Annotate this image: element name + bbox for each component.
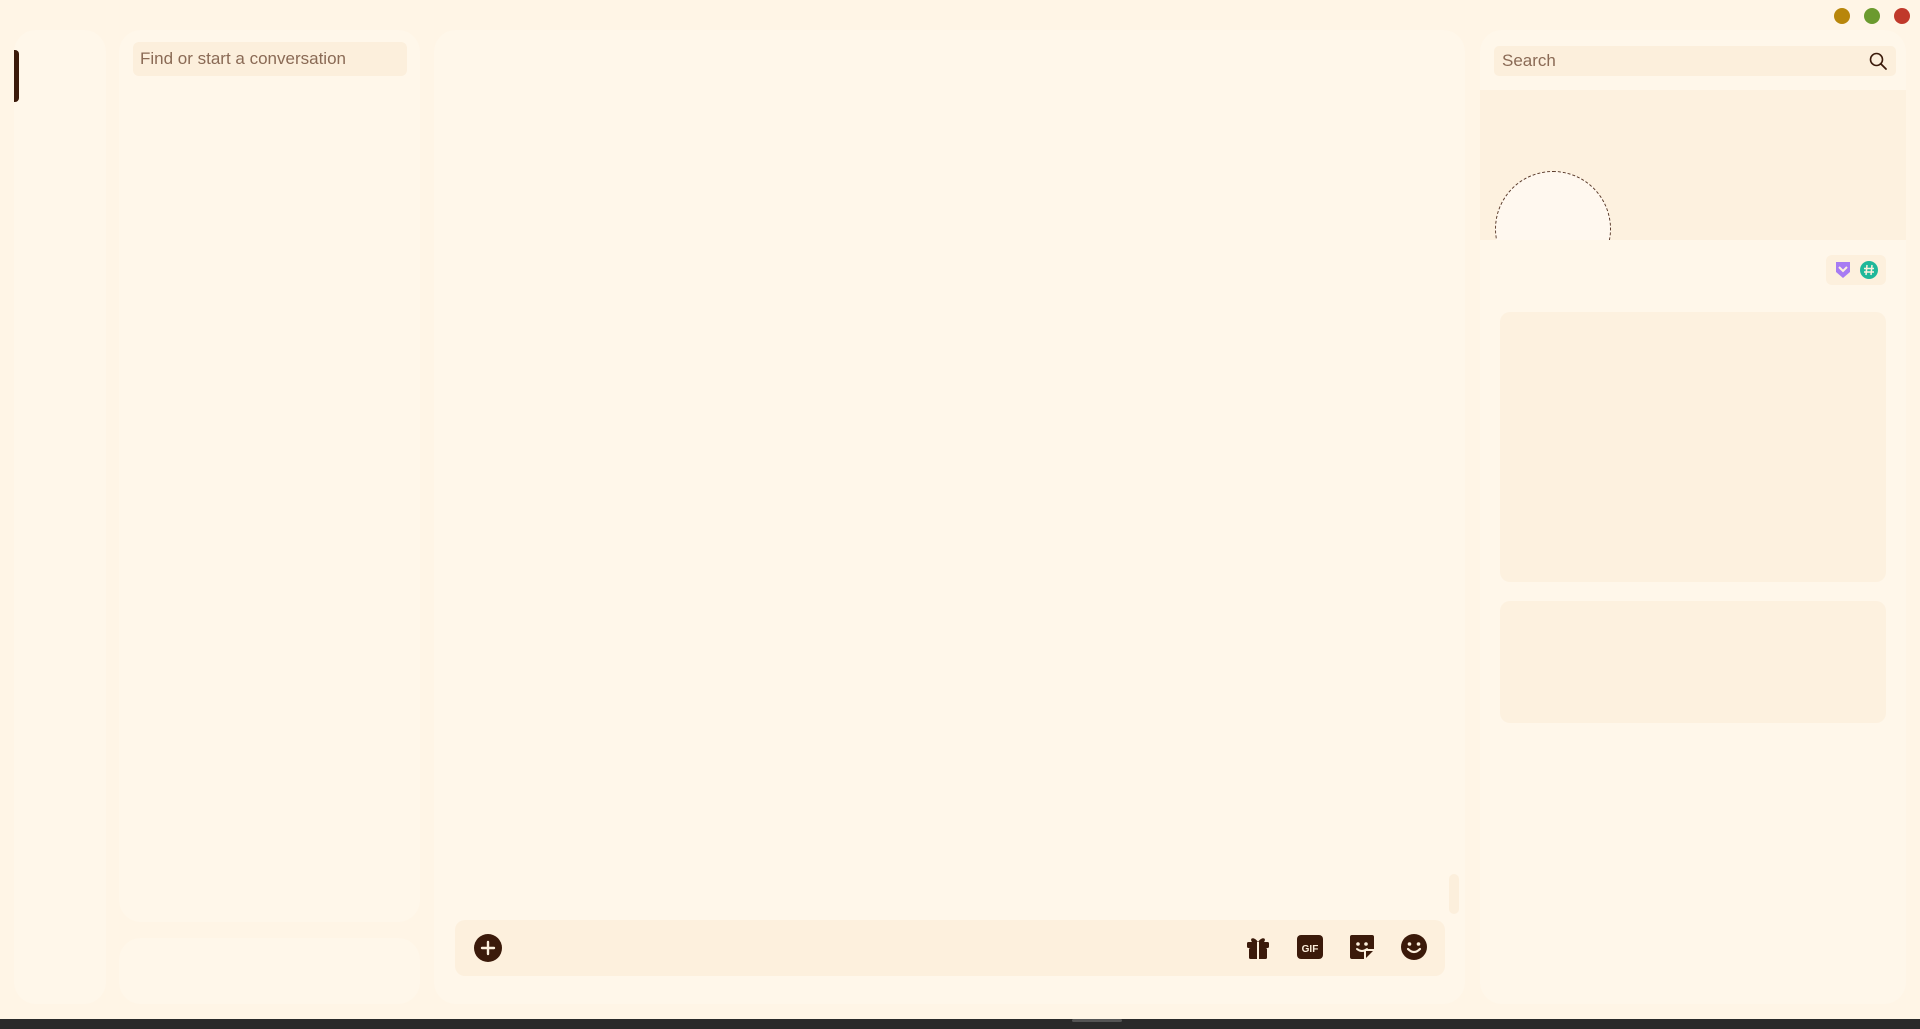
search-icon[interactable] — [1868, 51, 1888, 76]
profile-info-card — [1500, 312, 1886, 582]
message-composer[interactable]: GIF — [455, 920, 1445, 976]
emoji-icon[interactable] — [1399, 932, 1429, 962]
search-input[interactable]: Search — [1494, 46, 1896, 76]
chat-area: GIF — [434, 30, 1465, 1004]
composer-tools: GIF — [1243, 932, 1429, 962]
server-rail — [14, 30, 106, 1004]
nitro-badge-icon[interactable] — [1832, 259, 1854, 281]
gif-icon[interactable]: GIF — [1295, 932, 1325, 962]
profile-badges — [1826, 255, 1886, 285]
window-controls — [1834, 8, 1910, 24]
close-button[interactable] — [1894, 8, 1910, 24]
find-conversation-placeholder: Find or start a conversation — [140, 49, 346, 68]
find-conversation-input[interactable]: Find or start a conversation — [133, 42, 407, 76]
minimize-button[interactable] — [1834, 8, 1850, 24]
hashtag-badge-icon[interactable] — [1858, 259, 1880, 281]
maximize-button[interactable] — [1864, 8, 1880, 24]
dm-sidebar: Find or start a conversation — [119, 30, 420, 922]
profile-secondary-card — [1500, 601, 1886, 723]
search-placeholder: Search — [1502, 51, 1556, 70]
gift-icon[interactable] — [1243, 932, 1273, 962]
app-window: Find or start a conversation GIF Search — [0, 0, 1920, 1029]
active-server-indicator — [14, 50, 19, 102]
taskbar-indicator — [1072, 1019, 1122, 1022]
plus-circle-icon[interactable] — [474, 934, 502, 962]
gif-label: GIF — [1302, 944, 1319, 955]
chat-scrollbar[interactable] — [1449, 874, 1459, 914]
user-panel — [119, 938, 420, 1004]
sticker-icon[interactable] — [1347, 932, 1377, 962]
taskbar — [0, 1019, 1920, 1029]
profile-panel: Search — [1480, 30, 1906, 1004]
